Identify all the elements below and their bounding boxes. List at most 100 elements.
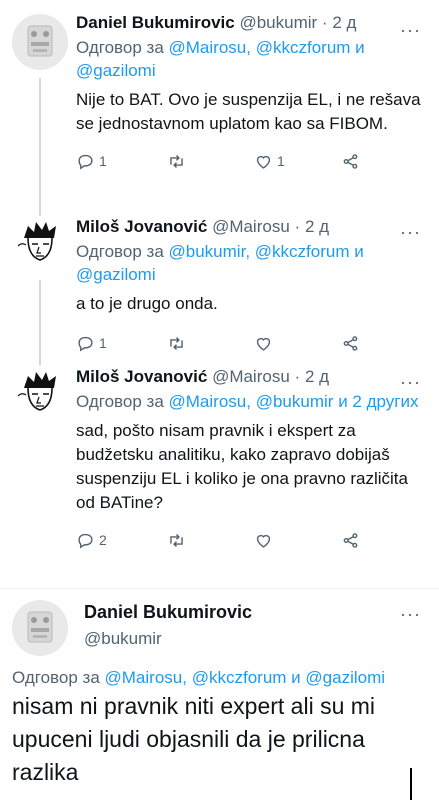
tweet-content: Daniel Bukumirovic @bukumir · 2 д Одгово… [76, 8, 423, 208]
mention-link[interactable]: @Mairosu, [169, 392, 251, 411]
retweet-button[interactable] [167, 152, 254, 171]
retweet-button[interactable] [167, 531, 254, 550]
reply-icon [76, 152, 95, 171]
reply-prefix: Одговор за [76, 38, 164, 57]
tweet-actions: 1 [76, 332, 423, 354]
share-icon [341, 531, 360, 550]
reply-to: Одговор за @Mairosu, @kkczforum и @gazil… [76, 36, 423, 82]
retweet-icon [167, 531, 186, 550]
timestamp[interactable]: 2 д [332, 13, 356, 32]
reply-to: Одговор за @Mairosu, @kkczforum и @gazil… [12, 666, 385, 690]
reply-button[interactable]: 1 [76, 334, 167, 353]
mention-link[interactable]: @Mairosu, [105, 668, 187, 687]
retweet-icon [167, 334, 186, 353]
more-icon[interactable]: ··· [400, 20, 421, 41]
avatar-column [12, 360, 76, 585]
author-name[interactable]: Miloš Jovanović [76, 217, 207, 236]
reply-prefix: Одговор за [12, 668, 100, 687]
reply-icon [76, 334, 95, 353]
tweet-2[interactable]: Miloš Jovanović @Mairosu · 2 д Одговор з… [0, 210, 439, 365]
main-author: Daniel Bukumirovic @bukumir [84, 602, 252, 649]
mention-link[interactable]: 2 других [352, 392, 418, 411]
author-handle[interactable]: @Mairosu [212, 217, 290, 236]
tweet-content: Miloš Jovanović @Mairosu · 2 д Одговор з… [76, 360, 423, 585]
reply-prefix: Одговор за [76, 242, 164, 261]
like-icon [254, 152, 273, 171]
share-button[interactable] [341, 152, 360, 171]
reply-count: 1 [99, 335, 107, 351]
author-handle[interactable]: @Mairosu [212, 367, 290, 386]
like-button[interactable] [254, 334, 341, 353]
tweet-content: Miloš Jovanović @Mairosu · 2 д Одговор з… [76, 210, 423, 360]
mention-link[interactable]: @gazilomi [76, 265, 156, 284]
like-button[interactable] [254, 531, 341, 550]
separator-dot: · [294, 217, 301, 236]
author-name[interactable]: Miloš Jovanović [76, 367, 207, 386]
reply-button[interactable]: 2 [76, 531, 167, 550]
mention-link[interactable]: @kkczforum [192, 668, 287, 687]
author-name[interactable]: Daniel Bukumirovic [84, 602, 252, 623]
mention-link[interactable]: @bukumir [256, 392, 334, 411]
thread-line [39, 280, 41, 365]
text-cursor [410, 768, 412, 800]
mention-and: и [355, 38, 365, 57]
tweet-text: sad, pošto nisam pravnik i ekspert za bu… [76, 421, 408, 512]
tweet-actions: 2 [76, 529, 423, 551]
tweet-text: nisam ni pravnik niti expert ali su mi u… [12, 693, 376, 785]
avatar[interactable] [12, 14, 68, 70]
share-icon [341, 334, 360, 353]
retweet-button[interactable] [167, 334, 254, 353]
timestamp[interactable]: 2 д [305, 217, 329, 236]
like-button[interactable]: 1 [254, 152, 341, 171]
avatar[interactable] [12, 216, 68, 272]
avatar-image [12, 366, 68, 422]
mention-link[interactable]: @gazilomi [76, 61, 156, 80]
more-icon[interactable]: ··· [400, 372, 421, 393]
reply-to: Одговор за @Mairosu, @bukumir и 2 других [76, 390, 423, 413]
mention-link[interactable]: @kkczforum [255, 242, 350, 261]
share-icon [341, 152, 360, 171]
timestamp[interactable]: 2 д [305, 367, 329, 386]
tweet-header: Daniel Bukumirovic @bukumir · 2 д [76, 12, 423, 34]
separator-dot: · [321, 13, 328, 32]
mention-and: и [291, 668, 301, 687]
more-icon[interactable]: ··· [400, 222, 421, 243]
mention-and: и [354, 242, 364, 261]
mention-link[interactable]: @bukumir, [169, 242, 251, 261]
avatar-image [12, 600, 68, 656]
share-button[interactable] [341, 334, 360, 353]
mention-link[interactable]: @gazilomi [305, 668, 385, 687]
reply-icon [76, 531, 95, 550]
mention-link[interactable]: @kkczforum [256, 38, 351, 57]
more-icon[interactable]: ··· [400, 604, 421, 625]
retweet-icon [167, 152, 186, 171]
divider [0, 588, 439, 589]
like-icon [254, 334, 273, 353]
mention-and: и [338, 392, 348, 411]
tweet-3[interactable]: Miloš Jovanović @Mairosu · 2 д Одговор з… [0, 360, 439, 585]
like-icon [254, 531, 273, 550]
author-handle[interactable]: @bukumir [239, 13, 317, 32]
author-name[interactable]: Daniel Bukumirovic [76, 13, 235, 32]
separator-dot: · [294, 367, 301, 386]
reply-to: Одговор за @bukumir, @kkczforum и @gazil… [76, 240, 423, 286]
avatar-image [12, 216, 68, 272]
avatar-column [12, 210, 76, 365]
share-button[interactable] [341, 531, 360, 550]
thread-line [39, 78, 41, 218]
reply-prefix: Одговор за [76, 392, 164, 411]
mention-link[interactable]: @Mairosu, [169, 38, 251, 57]
reply-count: 1 [99, 153, 107, 169]
tweet-header: Miloš Jovanović @Mairosu · 2 д [76, 366, 423, 388]
reply-count: 2 [99, 532, 107, 548]
tweet-1[interactable]: Daniel Bukumirovic @bukumir · 2 д Одгово… [0, 8, 439, 218]
tweet-actions: 1 1 [76, 150, 423, 172]
avatar-column [12, 8, 76, 218]
tweet-text: a to je drugo onda. [76, 294, 218, 313]
like-count: 1 [277, 153, 285, 169]
reply-button[interactable]: 1 [76, 152, 167, 171]
author-handle[interactable]: @bukumir [84, 629, 252, 649]
avatar[interactable] [12, 600, 68, 656]
main-tweet: Daniel Bukumirovic @bukumir ··· Одговор … [0, 596, 439, 800]
avatar[interactable] [12, 366, 68, 422]
